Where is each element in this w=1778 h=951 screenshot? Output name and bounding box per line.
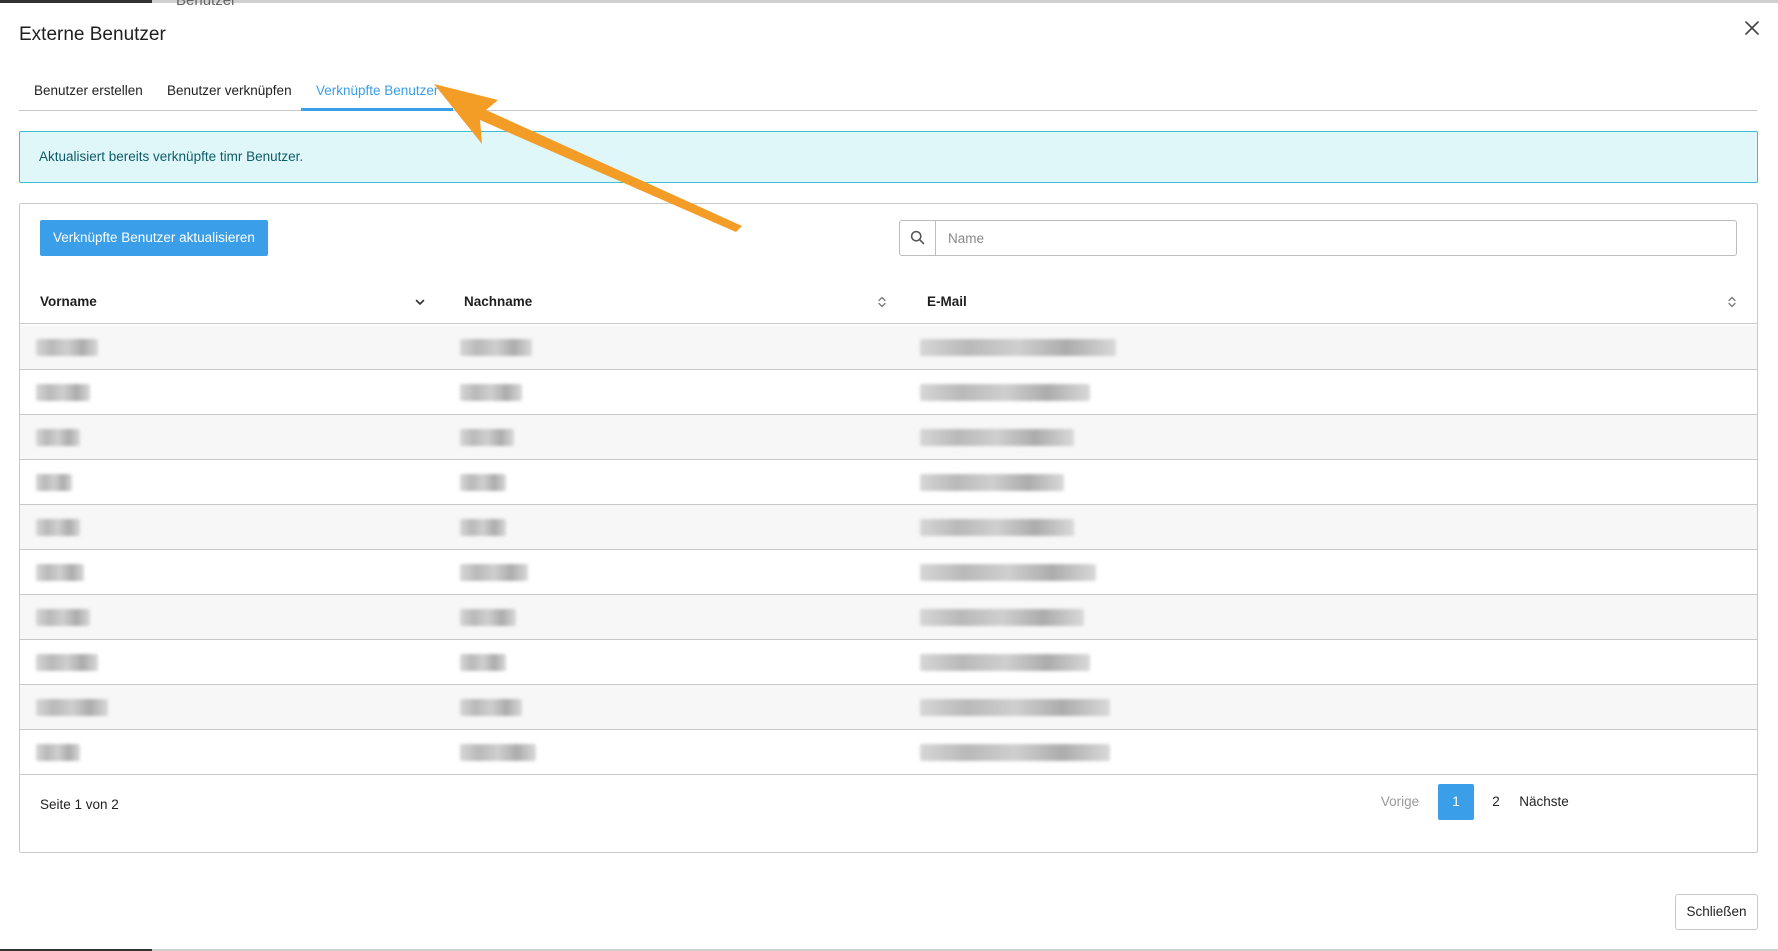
cell-vorname: [36, 339, 98, 356]
chevron-down-icon[interactable]: [413, 295, 427, 309]
cell-nachname: [460, 339, 532, 356]
pagination-next[interactable]: Nächste: [1516, 784, 1572, 820]
pagination-page-1[interactable]: 1: [1438, 784, 1474, 820]
modal-title: Externe Benutzer: [19, 24, 166, 45]
table-body: [20, 325, 1757, 775]
cell-nachname: [460, 429, 514, 446]
sort-icon[interactable]: [1725, 295, 1739, 309]
column-header-email[interactable]: E-Mail: [927, 280, 967, 324]
tab-verknuepfte-benutzer[interactable]: Verknüpfte Benutzer: [301, 72, 454, 111]
cell-email: [920, 744, 1110, 761]
table-row[interactable]: [20, 505, 1757, 550]
search-input[interactable]: [937, 221, 1735, 255]
page-info: Seite 1 von 2: [40, 797, 119, 812]
tab-benutzer-erstellen[interactable]: Benutzer erstellen: [19, 72, 158, 111]
sort-icon[interactable]: [875, 295, 889, 309]
cell-vorname: [36, 744, 80, 761]
cell-email: [920, 564, 1096, 581]
cell-vorname: [36, 429, 80, 446]
cell-email: [920, 699, 1110, 716]
pagination: Vorige 1 2 Nächste: [1320, 784, 1760, 820]
cell-nachname: [460, 564, 528, 581]
table-row[interactable]: [20, 370, 1757, 415]
cell-email: [920, 474, 1064, 491]
cell-nachname: [460, 519, 506, 536]
cell-vorname: [36, 519, 80, 536]
background-page-text: Benutzer: [176, 0, 237, 9]
cell-vorname: [36, 654, 98, 671]
close-dialog-button[interactable]: Schließen: [1675, 894, 1758, 930]
cell-email: [920, 654, 1090, 671]
pagination-prev[interactable]: Vorige: [1372, 784, 1428, 820]
search-field: [899, 220, 1737, 256]
pagination-page-2[interactable]: 2: [1478, 784, 1514, 820]
cell-nachname: [460, 474, 506, 491]
cell-nachname: [460, 609, 516, 626]
table-row[interactable]: [20, 640, 1757, 685]
cell-email: [920, 339, 1116, 356]
info-alert-text: Aktualisiert bereits verknüpfte timr Ben…: [39, 149, 304, 164]
column-header-nachname[interactable]: Nachname: [464, 280, 532, 324]
table-row[interactable]: [20, 685, 1757, 730]
cell-email: [920, 384, 1090, 401]
cell-nachname: [460, 699, 522, 716]
table-row[interactable]: [20, 550, 1757, 595]
table-row[interactable]: [20, 460, 1757, 505]
cell-nachname: [460, 384, 522, 401]
cell-vorname: [36, 699, 108, 716]
background-top-bar: [0, 0, 1778, 3]
refresh-linked-users-button[interactable]: Verknüpfte Benutzer aktualisieren: [40, 220, 268, 256]
table-row[interactable]: [20, 415, 1757, 460]
cell-email: [920, 429, 1074, 446]
tab-benutzer-verknuepfen[interactable]: Benutzer verknüpfen: [152, 72, 307, 111]
close-icon[interactable]: [1740, 16, 1764, 40]
users-panel: Verknüpfte Benutzer aktualisieren Vornam…: [19, 203, 1758, 853]
cell-vorname: [36, 384, 90, 401]
cell-nachname: [460, 744, 536, 761]
cell-email: [920, 519, 1074, 536]
tab-bar: Benutzer erstellen Benutzer verknüpfen V…: [19, 72, 1757, 111]
search-icon: [900, 221, 936, 255]
cell-email: [920, 609, 1084, 626]
table-row[interactable]: [20, 325, 1757, 370]
table-header: Vorname Nachname E-Mail: [20, 280, 1757, 324]
info-alert: Aktualisiert bereits verknüpfte timr Ben…: [19, 131, 1758, 183]
cell-nachname: [460, 654, 506, 671]
table-row[interactable]: [20, 595, 1757, 640]
cell-vorname: [36, 609, 90, 626]
cell-vorname: [36, 564, 84, 581]
table-row[interactable]: [20, 730, 1757, 775]
column-header-vorname[interactable]: Vorname: [40, 280, 97, 324]
cell-vorname: [36, 474, 72, 491]
